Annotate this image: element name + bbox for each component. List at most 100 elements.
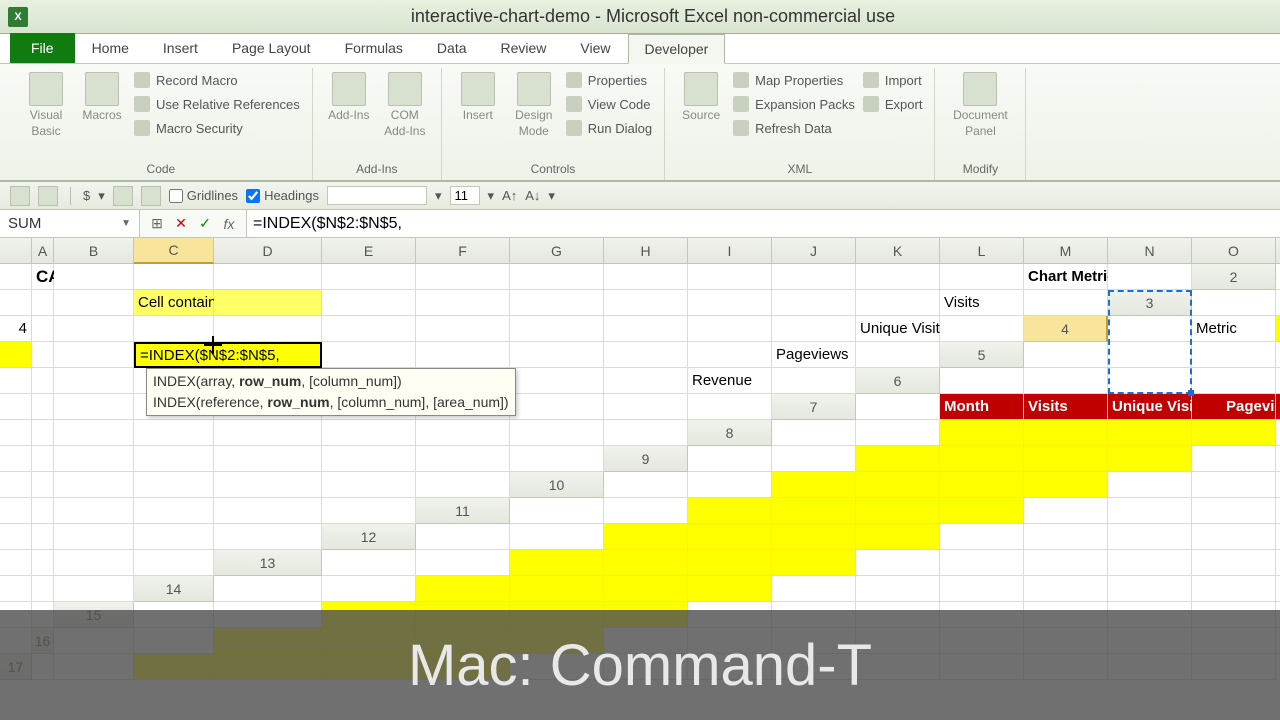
qat-button-2[interactable] [38, 186, 58, 206]
col-header-N[interactable]: N [1108, 238, 1192, 264]
cell-H10[interactable] [1192, 472, 1276, 498]
cell-B13[interactable] [416, 550, 510, 576]
cell-K7[interactable] [214, 420, 322, 446]
cell-A5[interactable] [1024, 342, 1108, 368]
cell-L9[interactable] [134, 472, 214, 498]
col-header-H[interactable]: H [604, 238, 688, 264]
cell-D13[interactable] [604, 550, 688, 576]
currency-icon[interactable]: $ [83, 188, 90, 203]
view-code-button[interactable]: View Code [562, 94, 656, 114]
cell-N7[interactable] [510, 420, 604, 446]
increase-font-icon[interactable]: A↑ [502, 188, 517, 203]
cell-L5[interactable] [510, 368, 604, 394]
cell-J8[interactable] [54, 446, 134, 472]
cell-E7[interactable]: Pageview [1192, 394, 1276, 420]
cell-A6[interactable] [940, 368, 1024, 394]
relative-refs-button[interactable]: Use Relative References [130, 94, 304, 114]
visual-basic-button[interactable]: Visual Basic [18, 68, 74, 143]
col-header-J[interactable]: J [772, 238, 856, 264]
cell-L14[interactable] [1192, 576, 1276, 602]
dropdown-icon[interactable]: ▾ [98, 188, 105, 204]
row-header-12[interactable]: 12 [322, 524, 416, 550]
cell-E4[interactable] [32, 342, 54, 368]
cell-F4[interactable] [54, 342, 134, 368]
cell-B8[interactable] [856, 420, 940, 446]
col-header-D[interactable]: D [214, 238, 322, 264]
tab-page-layout[interactable]: Page Layout [215, 33, 328, 63]
cell-M13[interactable] [0, 576, 32, 602]
row-header-2[interactable]: 2 [1192, 264, 1276, 290]
cell-M3[interactable] [772, 316, 856, 342]
cell-G10[interactable] [1108, 472, 1192, 498]
design-mode-button[interactable]: Design Mode [506, 68, 562, 143]
row-header-3[interactable]: 3 [1108, 290, 1192, 316]
addins-button[interactable]: Add-Ins [321, 68, 377, 128]
cell-C10[interactable] [772, 472, 856, 498]
cell-E3[interactable] [54, 316, 134, 342]
row-header-7[interactable]: 7 [772, 394, 856, 420]
cell-F8[interactable] [1192, 420, 1276, 446]
gridlines-check[interactable]: Gridlines [169, 188, 238, 203]
col-header-A[interactable]: A [32, 238, 54, 264]
cell-G11[interactable] [1024, 498, 1108, 524]
cell-E14[interactable] [604, 576, 688, 602]
cancel-icon[interactable]: ✕ [170, 214, 192, 234]
cell-O2[interactable] [1024, 290, 1108, 316]
properties-button[interactable]: Properties [562, 70, 656, 90]
cell-H11[interactable] [1108, 498, 1192, 524]
cell-I14[interactable] [940, 576, 1024, 602]
col-header-M[interactable]: M [1024, 238, 1108, 264]
cell-O7[interactable] [604, 420, 688, 446]
cell-M14[interactable] [1276, 576, 1280, 602]
cell-O12[interactable] [134, 550, 214, 576]
tab-review[interactable]: Review [484, 33, 564, 63]
cell-G2[interactable] [322, 290, 416, 316]
cell-A8[interactable] [772, 420, 856, 446]
cell-I7[interactable] [54, 420, 134, 446]
expansion-packs-button[interactable]: Expansion Packs [729, 94, 859, 114]
headings-checkbox[interactable] [246, 189, 260, 203]
cell-M10[interactable] [134, 498, 214, 524]
formula-input[interactable]: =INDEX($N$2:$N$5, [246, 210, 1280, 237]
cell-C14[interactable] [416, 576, 510, 602]
cell-F6[interactable] [0, 394, 32, 420]
row-header-6[interactable]: 6 [856, 368, 940, 394]
cell-J1[interactable] [688, 264, 772, 290]
row-header-10[interactable]: 10 [510, 472, 604, 498]
more-dd-icon[interactable]: ▾ [548, 188, 555, 204]
tab-home[interactable]: Home [75, 33, 146, 63]
cell-C2[interactable] [32, 290, 54, 316]
cell-J2[interactable] [604, 290, 688, 316]
cell-H8[interactable] [0, 446, 32, 472]
map-properties-button[interactable]: Map Properties [729, 70, 859, 90]
cell-B6[interactable] [1024, 368, 1108, 394]
col-header-I[interactable]: I [688, 238, 772, 264]
cell-H13[interactable] [940, 550, 1024, 576]
row-header-11[interactable]: 11 [416, 498, 510, 524]
cell-G1[interactable] [416, 264, 510, 290]
cell-M12[interactable] [32, 550, 54, 576]
cell-I8[interactable] [32, 446, 54, 472]
cell-D5[interactable] [1276, 342, 1280, 368]
cell-D6[interactable] [1192, 368, 1276, 394]
cell-K1[interactable] [772, 264, 856, 290]
cell-O1[interactable] [1108, 264, 1192, 290]
export-button[interactable]: Export [859, 94, 927, 114]
cell-I12[interactable] [1108, 524, 1192, 550]
cell-N2[interactable]: Visits [940, 290, 1024, 316]
cell-O4[interactable] [856, 342, 940, 368]
cell-I3[interactable] [416, 316, 510, 342]
tab-insert[interactable]: Insert [146, 33, 215, 63]
cell-E12[interactable] [772, 524, 856, 550]
cell-N8[interactable] [416, 446, 510, 472]
cell-E6[interactable] [1276, 368, 1280, 394]
cell-M2[interactable] [856, 290, 940, 316]
cell-D1[interactable] [134, 264, 214, 290]
font-dd-icon[interactable]: ▾ [435, 188, 442, 204]
cell-N10[interactable] [214, 498, 322, 524]
cell-G14[interactable] [772, 576, 856, 602]
cell-F3[interactable] [134, 316, 214, 342]
cell-M11[interactable] [54, 524, 134, 550]
cell-L11[interactable] [32, 524, 54, 550]
cell-F14[interactable] [688, 576, 772, 602]
